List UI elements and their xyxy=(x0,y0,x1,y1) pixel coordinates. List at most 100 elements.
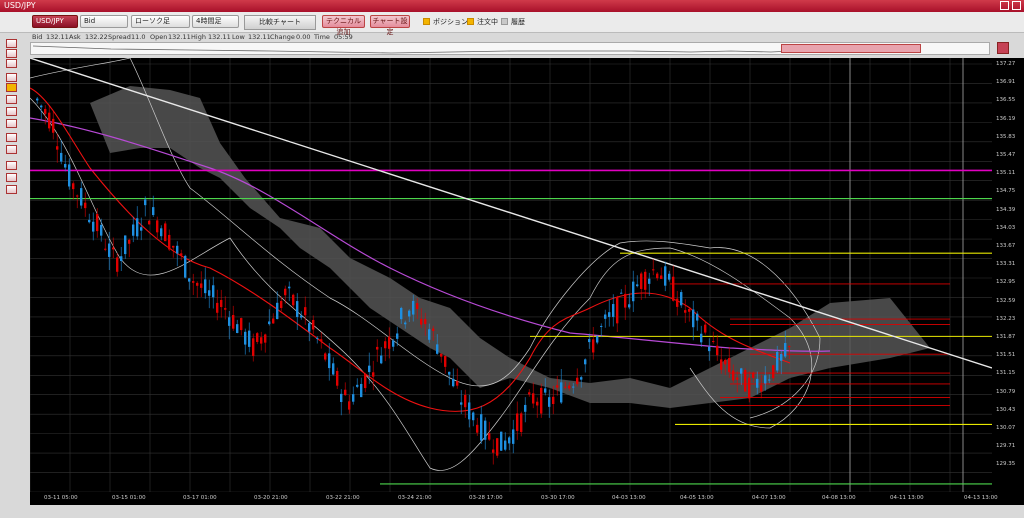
minimize-icon[interactable] xyxy=(1000,1,1009,10)
history-checkbox[interactable] xyxy=(501,18,508,25)
trendline-tool-icon[interactable] xyxy=(6,73,17,82)
pencil-tool-icon[interactable] xyxy=(6,83,17,92)
pair-selector[interactable]: USD/JPY xyxy=(32,15,78,28)
add-technical-button[interactable]: テクニカル追加 xyxy=(322,15,365,36)
candle-body xyxy=(424,319,427,325)
candle-body xyxy=(520,413,523,433)
candle-body xyxy=(92,221,95,232)
price-type-select[interactable]: Bid xyxy=(80,15,128,28)
drawing-tools xyxy=(2,37,20,507)
candle-body xyxy=(72,183,75,190)
candle-body xyxy=(404,322,407,325)
text-tool-icon[interactable] xyxy=(6,133,17,142)
vertical-line-tool-icon[interactable] xyxy=(6,107,17,116)
open-label: Open xyxy=(150,33,168,41)
price-tick: 130.43 xyxy=(996,406,1016,413)
candle-body xyxy=(108,243,111,257)
pair-label: USD/JPY xyxy=(36,17,64,25)
price-tick: 131.51 xyxy=(996,352,1016,359)
candle-body xyxy=(180,253,183,256)
change-value: 0.00 xyxy=(296,33,311,41)
chart-navigator[interactable] xyxy=(30,42,990,55)
zoom-in-tool-icon[interactable] xyxy=(6,49,17,58)
navigator-window[interactable] xyxy=(781,44,921,53)
candle-body xyxy=(64,163,67,168)
chart-type-select[interactable]: ローソク足 xyxy=(131,15,190,28)
candle-body xyxy=(260,337,263,344)
chart-settings-button[interactable]: チャート設定 xyxy=(370,15,410,36)
candle-body xyxy=(84,202,87,209)
candle-body xyxy=(692,309,695,328)
candle-body xyxy=(480,414,483,441)
candle-body xyxy=(244,331,247,345)
horizontal-line-tool-icon[interactable] xyxy=(6,95,17,104)
candle-body xyxy=(528,392,531,395)
candle-body xyxy=(400,307,403,320)
candle-body xyxy=(336,371,339,386)
candle-body xyxy=(428,329,431,340)
bid-value: 132.11 xyxy=(46,33,69,41)
channel-tool-icon[interactable] xyxy=(6,145,17,154)
candle-body xyxy=(220,299,223,308)
time-axis: 03-11 05:00 03-15 01:00 03-17 01:00 03-20 2… xyxy=(30,492,1024,505)
candle-body xyxy=(556,385,559,388)
zoom-out-tool-icon[interactable] xyxy=(6,59,17,68)
close-icon[interactable] xyxy=(1012,1,1021,10)
save-tool-icon[interactable] xyxy=(6,185,17,194)
candle-body xyxy=(356,384,359,387)
candle-body xyxy=(472,412,475,421)
candle-body xyxy=(544,388,547,393)
candle-body xyxy=(456,381,459,386)
candle-body xyxy=(728,358,731,373)
candle-body xyxy=(328,353,331,369)
orders-checkbox[interactable] xyxy=(467,18,474,25)
candle-body xyxy=(460,402,463,405)
time-tick: 03-20 21:00 xyxy=(254,495,288,501)
candle-body xyxy=(80,188,83,206)
candle-body xyxy=(380,355,383,364)
interval-select[interactable]: 4時間足 xyxy=(192,15,239,28)
position-checkbox[interactable] xyxy=(423,18,430,25)
price-tick: 130.79 xyxy=(996,388,1016,395)
ask-value: 132.22 xyxy=(85,33,108,41)
orders-label: 注文中 xyxy=(477,18,498,26)
time-label: Time xyxy=(314,33,330,41)
candle-body xyxy=(500,431,503,451)
delete-all-tool-icon[interactable] xyxy=(6,173,17,182)
cursor-tool-icon[interactable] xyxy=(6,39,17,48)
candle-body xyxy=(176,245,179,254)
chart-type-label: ローソク足 xyxy=(135,17,170,25)
delete-tool-icon[interactable] xyxy=(6,161,17,170)
candle-body xyxy=(100,224,103,236)
candle-body xyxy=(392,340,395,347)
chart-canvas xyxy=(30,58,992,493)
change-label: Change xyxy=(270,33,295,41)
candle-body xyxy=(116,257,119,272)
candle-body xyxy=(484,420,487,440)
candle-body xyxy=(236,324,239,334)
time-tick: 03-28 17:00 xyxy=(469,495,503,501)
candle-body xyxy=(268,321,271,325)
candle-body xyxy=(300,315,303,318)
navigator-settings-icon[interactable] xyxy=(997,42,1009,54)
candle-body xyxy=(504,440,507,450)
candle-body xyxy=(696,313,699,321)
time-tick: 03-30 17:00 xyxy=(541,495,575,501)
compare-label: 比較チャート xyxy=(259,18,301,26)
compare-chart-button[interactable]: 比較チャート xyxy=(244,15,316,30)
candle-body xyxy=(724,359,727,365)
price-chart[interactable] xyxy=(30,58,992,505)
candle-body xyxy=(156,220,159,233)
candle-body xyxy=(368,365,371,373)
candle-body xyxy=(264,334,267,343)
fibonacci-tool-icon[interactable] xyxy=(6,119,17,128)
candle-body xyxy=(276,302,279,320)
candle-body xyxy=(52,118,55,133)
candle-body xyxy=(416,303,419,310)
candle-body xyxy=(488,433,491,440)
candle-body xyxy=(284,288,287,296)
candle-body xyxy=(680,292,683,306)
time-tick: 03-11 05:00 xyxy=(44,495,78,501)
price-tick: 134.75 xyxy=(996,188,1016,195)
spread-label: Spread xyxy=(108,33,131,41)
